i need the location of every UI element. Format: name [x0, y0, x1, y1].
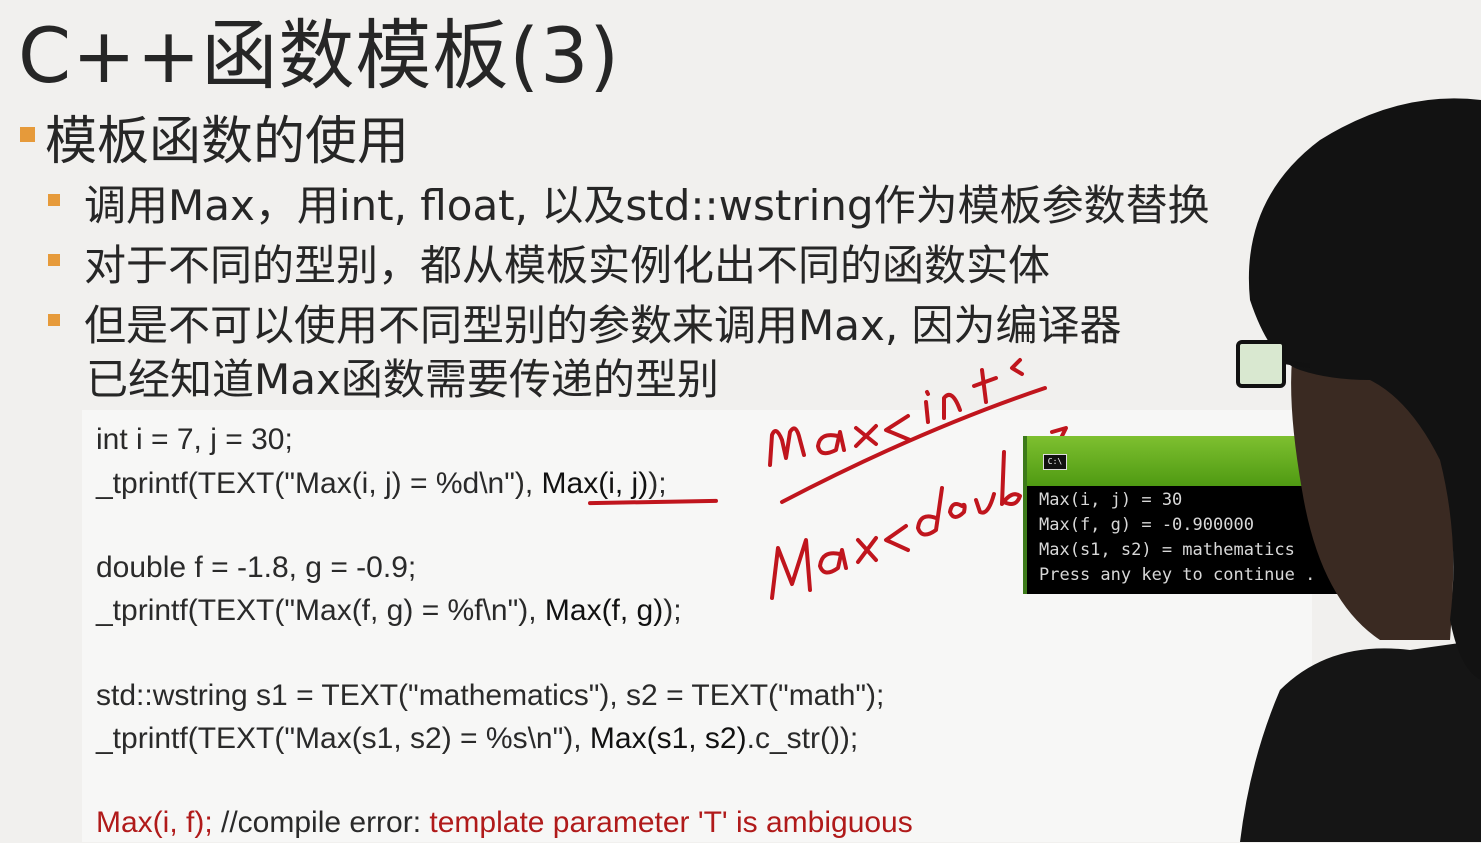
code-text: _tprintf(TEXT("Max(f, g) = %f\n"),: [96, 594, 545, 627]
bullet-text: 调用Max，用int, float, 以及std::wstring作为模板参数替…: [84, 180, 1210, 230]
bullet-item: 调用Max，用int, float, 以及std::wstring作为模板参数替…: [48, 172, 1210, 232]
bullet-item: 对于不同的型别，都从模板实例化出不同的函数实体: [48, 232, 1050, 292]
code-text: _tprintf(TEXT("Max(s1, s2) = %s\n"),: [96, 722, 590, 755]
code-line: _tprintf(TEXT("Max(i, j) = %d\n"), Max(i…: [96, 464, 667, 504]
bullet-heading: 模板函数的使用: [20, 104, 409, 172]
bullet-square-icon: [48, 314, 60, 326]
heading-text: 模板函数的使用: [45, 111, 410, 172]
glasses-icon: [1236, 340, 1286, 388]
comment-text: //compile error:: [212, 806, 430, 839]
presenter-body: [1240, 640, 1481, 842]
code-line: _tprintf(TEXT("Max(f, g) = %f\n"), Max(f…: [96, 591, 682, 631]
code-call: Max(f, g): [544, 594, 664, 627]
ink-strokes: [768, 358, 1068, 600]
code-text: );: [663, 594, 682, 627]
code-line: int i = 7, j = 30;: [96, 423, 293, 456]
code-text: _tprintf(TEXT("Max(i, j) = %d\n"),: [96, 467, 542, 500]
bullet-text: 对于不同的型别，都从模板实例化出不同的函数实体: [84, 240, 1051, 290]
code-call: Max(i, j): [541, 467, 649, 500]
bullet-square-icon: [48, 194, 60, 206]
code-line: double f = -1.8, g = -0.9;: [96, 551, 417, 584]
presenter-figure: [1236, 98, 1481, 842]
slide: C++函数模板(3) 模板函数的使用 调用Max，用int, float, 以及…: [0, 0, 1481, 842]
code-line: _tprintf(TEXT("Max(s1, s2) = %s\n"), Max…: [96, 719, 858, 759]
code-call: Max(s1, s2): [589, 722, 747, 755]
slide-title: C++函数模板(3): [18, 11, 621, 100]
bullet-continuation: 已经知道Max函数需要传递的型别: [86, 355, 719, 404]
bullet-square-icon: [48, 254, 60, 266]
code-line: std::wstring s1 = TEXT("mathematics"), s…: [96, 679, 885, 712]
code-text: .c_str());: [746, 722, 859, 755]
console-app-icon: C:\: [1043, 454, 1067, 470]
code-text: );: [648, 467, 667, 500]
error-call: Max(i, f);: [96, 806, 213, 839]
bullet-square-icon: [20, 126, 35, 142]
code-line-error: Max(i, f); //compile error: template par…: [96, 803, 913, 843]
error-message: template parameter 'T' is ambiguous: [429, 806, 913, 839]
